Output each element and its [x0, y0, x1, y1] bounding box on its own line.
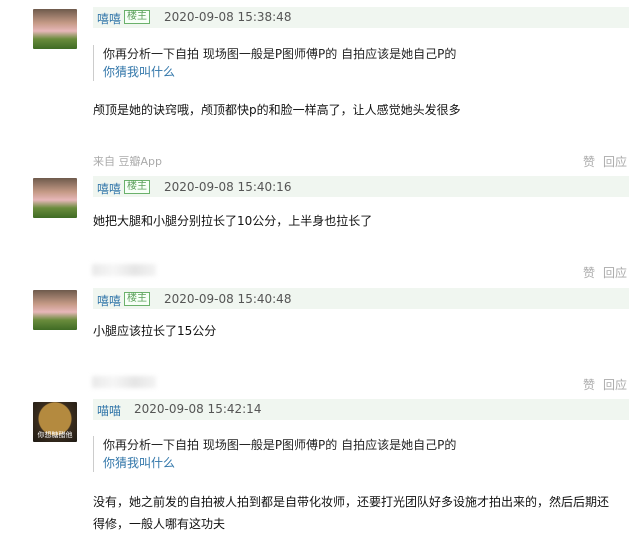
comment-time: 2020-09-08 15:40:48 [164, 292, 292, 306]
op-badge: 楼主 [124, 292, 150, 306]
reply-button[interactable]: 回应 [603, 376, 627, 393]
author-name[interactable]: 喵喵 [97, 402, 121, 419]
comment-source: 来自 豆瓣App [93, 155, 162, 168]
comment-content-line: 没有，她之前发的自拍被人拍到都是自带化妆师，还要打光团队好多设施才拍出来的，然后… [93, 495, 610, 509]
blurred-source [92, 264, 156, 276]
like-button[interactable]: 赞 [583, 153, 595, 170]
quoted-comment: 你再分析一下自拍 现场图一般是P图师傅P的 自拍应该是她自己P的 你猜我叫什么 [93, 436, 456, 472]
quoted-text: 你再分析一下自拍 现场图一般是P图师傅P的 自拍应该是她自己P的 [103, 438, 457, 452]
like-button[interactable]: 赞 [583, 376, 595, 393]
avatar-caption: 你想糖醋他 [37, 431, 73, 439]
author-name[interactable]: 嘻嘻 [97, 10, 121, 27]
user-avatar[interactable] [33, 290, 77, 330]
quoted-author-link[interactable]: 你猜我叫什么 [103, 454, 456, 472]
comment-content-line: 得修，一般人哪有这功夫 [93, 517, 226, 531]
comment-content: 她把大腿和小腿分别拉长了10公分，上半身也拉长了 [93, 214, 373, 228]
user-avatar[interactable]: 你想糖醋他 [33, 402, 77, 442]
blurred-source [92, 376, 156, 388]
comment-content: 小腿应该拉长了15公分 [93, 324, 217, 338]
author-name[interactable]: 嘻嘻 [97, 292, 121, 309]
like-button[interactable]: 赞 [583, 264, 595, 281]
author-name[interactable]: 嘻嘻 [97, 180, 121, 197]
comment-time: 2020-09-08 15:38:48 [164, 10, 292, 24]
op-badge: 楼主 [124, 180, 150, 194]
quoted-comment: 你再分析一下自拍 现场图一般是P图师傅P的 自拍应该是她自己P的 你猜我叫什么 [93, 45, 456, 81]
reply-button[interactable]: 回应 [603, 264, 627, 281]
comment-time: 2020-09-08 15:40:16 [164, 180, 292, 194]
user-avatar[interactable] [33, 9, 77, 49]
reply-button[interactable]: 回应 [603, 153, 627, 170]
quoted-text: 你再分析一下自拍 现场图一般是P图师傅P的 自拍应该是她自己P的 [103, 47, 457, 61]
user-avatar[interactable] [33, 178, 77, 218]
comment-content: 颅顶是她的诀窍哦，颅顶都快p的和脸一样高了，让人感觉她头发很多 [93, 103, 461, 117]
comment-content: 没有，她之前发的自拍被人拍到都是自带化妆师，还要打光团队好多设施才拍出来的，然后… [93, 491, 633, 535]
comment-time: 2020-09-08 15:42:14 [134, 402, 262, 416]
quoted-author-link[interactable]: 你猜我叫什么 [103, 63, 456, 81]
op-badge: 楼主 [124, 10, 150, 24]
